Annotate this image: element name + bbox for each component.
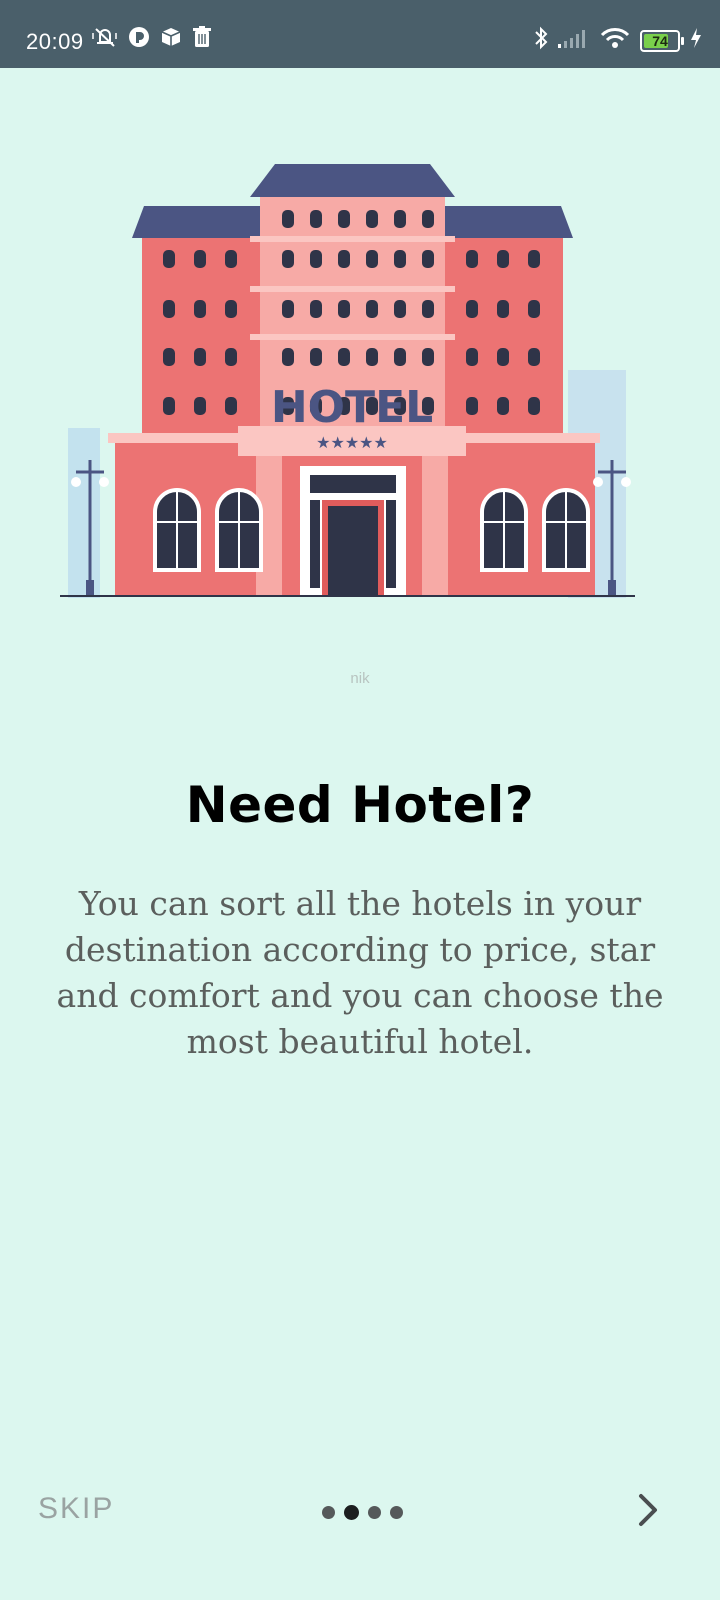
status-bar: 20:09 74 [0, 0, 720, 68]
battery-nub [681, 36, 684, 45]
package-icon [160, 26, 182, 53]
battery-icon: 74 [640, 29, 684, 52]
page-indicator [322, 1505, 403, 1520]
bluetooth-icon [534, 26, 548, 55]
chevron-right-icon [639, 1494, 657, 1526]
hotel-sign: HOTEL [271, 382, 433, 433]
page-dot [322, 1506, 335, 1519]
status-time: 20:09 [26, 29, 84, 54]
skip-button[interactable]: SKIP [38, 1492, 114, 1526]
charging-icon [690, 27, 702, 54]
battery-level: 74 [652, 32, 668, 49]
status-icons-right: 74 [534, 26, 702, 55]
next-button[interactable] [626, 1488, 670, 1532]
trash-icon [192, 26, 212, 53]
hotel-stars: ★★★★★ [316, 433, 388, 452]
signal-icon [558, 28, 590, 53]
image-credit: nik [350, 670, 370, 687]
page-title: Need Hotel? [185, 775, 535, 834]
page-dot [390, 1506, 403, 1519]
page-dot [368, 1506, 381, 1519]
status-icons-left [92, 26, 212, 53]
page-dot [344, 1505, 359, 1520]
app-notification-icon [128, 26, 150, 53]
onboarding-navigation: SKIP [0, 1480, 720, 1540]
hotel-illustration: HOTEL ★★★★★ [60, 150, 660, 620]
page-description: You can sort all the hotels in your dest… [56, 884, 664, 1061]
mute-vibrate-icon [92, 26, 118, 53]
wifi-icon [600, 27, 630, 54]
